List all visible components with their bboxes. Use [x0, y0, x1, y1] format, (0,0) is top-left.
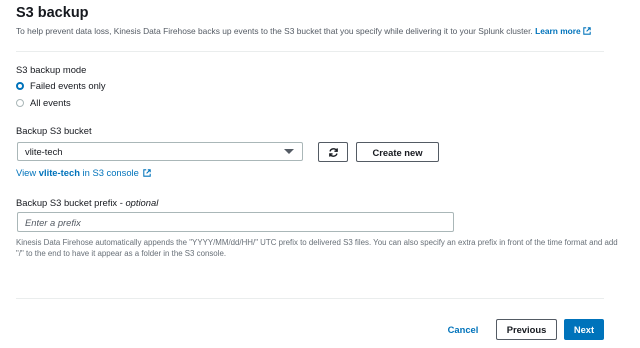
backup-bucket-select[interactable]: vlite-tech [17, 142, 303, 161]
view-in-s3-console-link[interactable]: View vlite-tech in S3 console [16, 167, 152, 178]
external-link-icon [582, 27, 591, 35]
description-text: To help prevent data loss, Kinesis Data … [16, 26, 533, 36]
radio-label-all-events: All events [30, 97, 71, 108]
console-link-prefix: View [16, 167, 37, 178]
radio-all-events[interactable]: All events [16, 97, 71, 108]
refresh-icon [328, 147, 338, 157]
radio-label-failed-events: Failed events only [30, 80, 106, 91]
prefix-placeholder: Enter a prefix [25, 216, 81, 228]
external-link-icon [143, 169, 152, 177]
radio-failed-events-only[interactable]: Failed events only [16, 80, 106, 91]
radio-unselected-icon[interactable] [16, 98, 24, 107]
bucket-selected-value: vlite-tech [25, 146, 63, 157]
backup-mode-label: S3 backup mode [16, 64, 87, 75]
next-button[interactable]: Next [564, 319, 604, 340]
prefix-input[interactable]: Enter a prefix [17, 212, 454, 232]
console-link-suffix: in S3 console [82, 167, 139, 178]
section-title: S3 backup [16, 5, 89, 21]
dropdown-caret-icon [284, 149, 294, 154]
prefix-optional-label: optional [125, 197, 159, 208]
console-link-bucket: vlite-tech [38, 167, 80, 178]
create-new-button[interactable]: Create new [356, 142, 439, 162]
prefix-label: Backup S3 bucket prefix - optional [16, 197, 158, 208]
top-divider [16, 51, 604, 52]
prefix-hint: Kinesis Data Firehose automatically appe… [16, 238, 618, 258]
learn-more-label: Learn more [535, 26, 581, 36]
previous-button[interactable]: Previous [496, 319, 557, 340]
backup-bucket-label: Backup S3 bucket [16, 125, 92, 136]
prefix-label-text: Backup S3 bucket prefix - [16, 197, 126, 208]
learn-more-link[interactable]: Learn more [535, 26, 591, 36]
bottom-divider [16, 298, 604, 299]
refresh-button[interactable] [318, 142, 348, 162]
section-description: To help prevent data loss, Kinesis Data … [16, 26, 591, 36]
radio-selected-icon[interactable] [16, 81, 24, 90]
cancel-button[interactable]: Cancel [440, 320, 486, 339]
